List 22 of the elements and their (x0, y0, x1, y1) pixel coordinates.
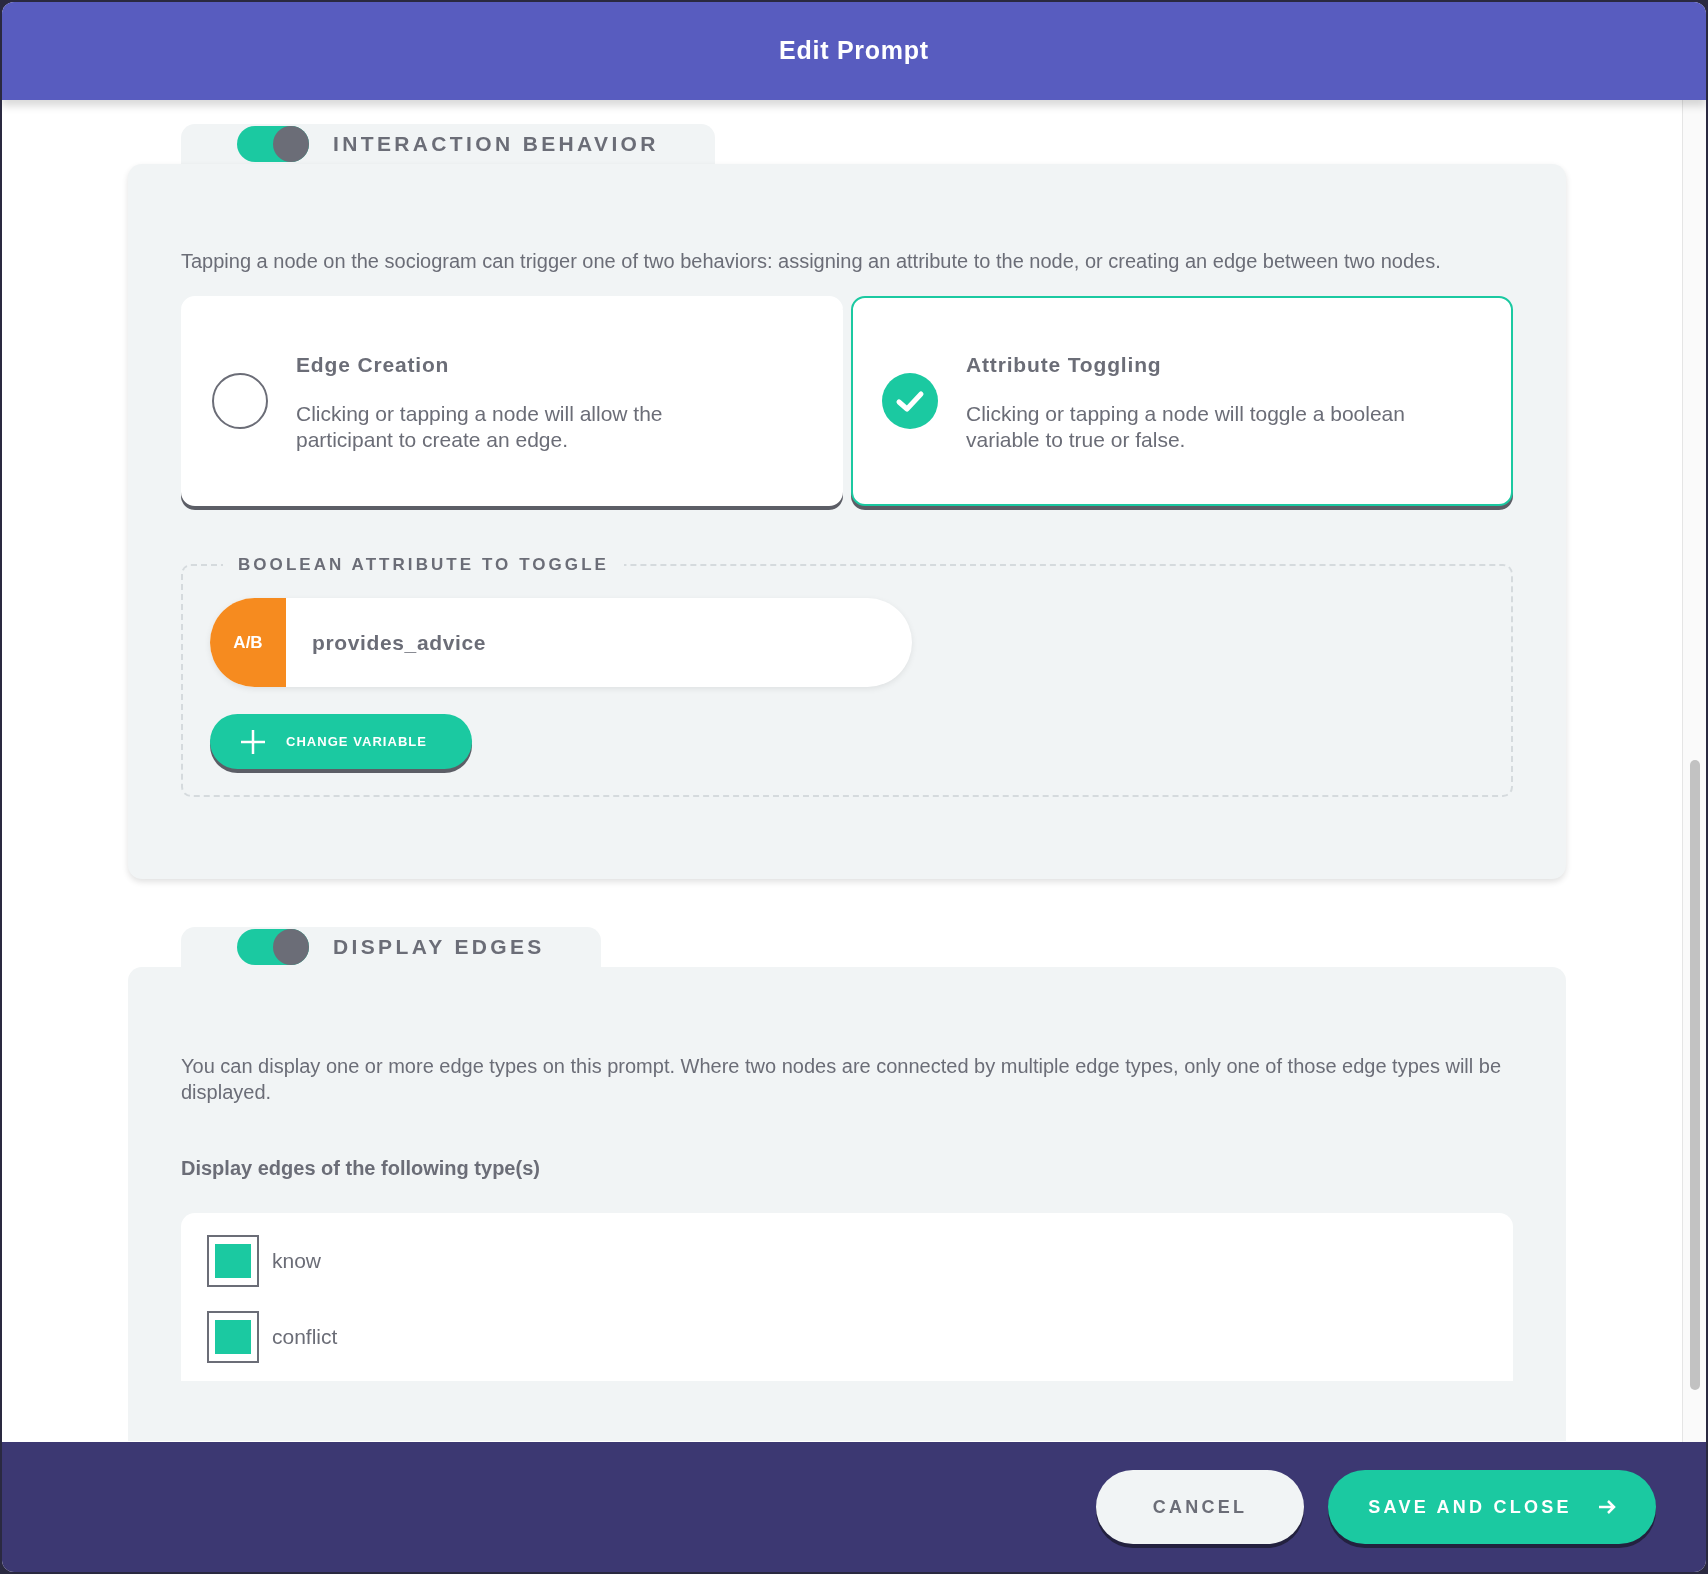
checkbox-label: know (272, 1248, 322, 1275)
field-label: Display edges of the following type(s) (181, 1156, 541, 1181)
variable-pill[interactable]: A/B provides_advice (210, 598, 912, 687)
plus-icon (240, 728, 266, 755)
option-title: Attribute Toggling (966, 352, 1163, 379)
check-circle-icon (882, 373, 938, 429)
section-description: Tapping a node on the sociogram can trigger one of two behaviors: assigning an attribute to the node, or creating an edge between two nodes. (181, 249, 1442, 274)
arrow-right-icon (1597, 1499, 1616, 1515)
option-description: Clicking or tapping a node will allow the participant to create an edge. (296, 400, 664, 453)
section-title: DISPLAY EDGES (333, 934, 545, 961)
checkbox[interactable] (207, 1311, 259, 1363)
checkbox[interactable] (207, 1235, 259, 1287)
section-description: You can display one or more edge types on this prompt. Where two nodes are connected by multiple edge types, only one of those edge types will be displayed. (181, 1054, 1503, 1105)
option-description: Clicking or tapping a node will toggle a boolean variable to true or false. (966, 400, 1406, 453)
boolean-type-icon: A/B (210, 598, 286, 687)
toggle-switch[interactable] (237, 929, 309, 965)
window-title: Edit Prompt (779, 35, 929, 67)
section-title: INTERACTION BEHAVIOR (333, 131, 659, 158)
option-title: Edge Creation (296, 352, 451, 379)
variable-name: provides_advice (312, 629, 487, 656)
toggle-switch[interactable] (237, 126, 309, 162)
checkbox-label: conflict (272, 1324, 338, 1351)
